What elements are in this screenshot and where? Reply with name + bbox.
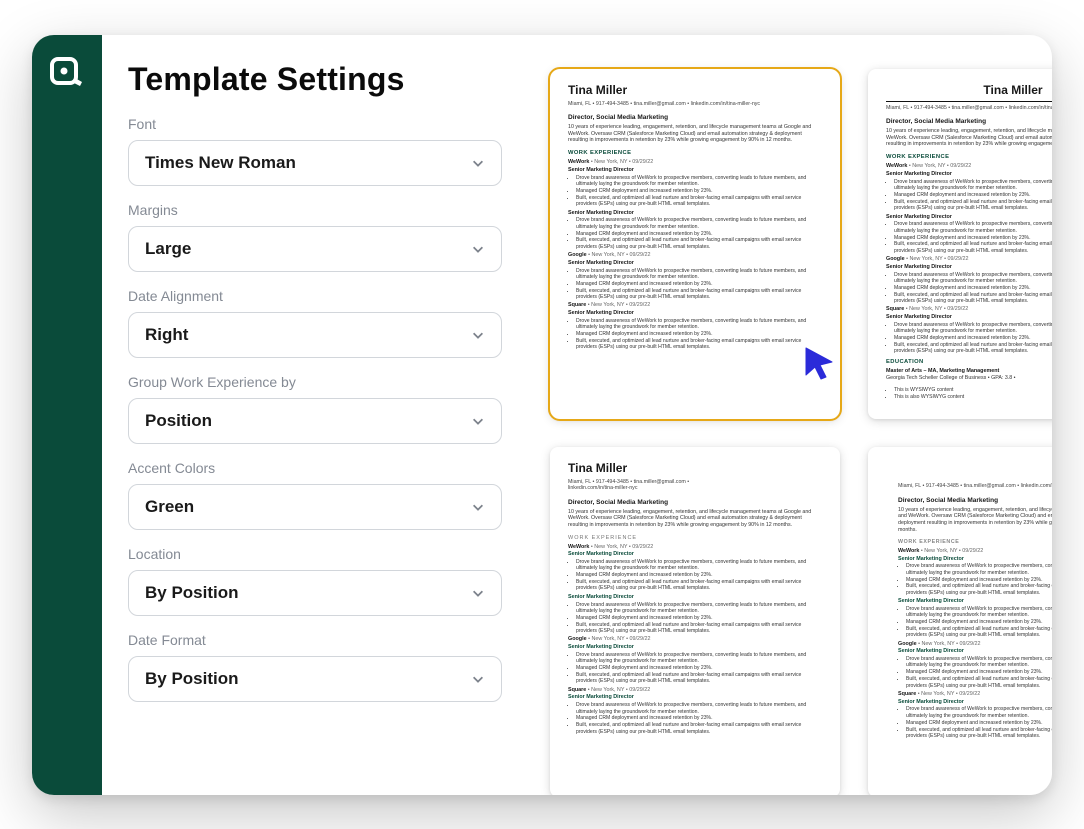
group-by-select[interactable]: Position — [128, 398, 502, 444]
field-margins: Margins Large — [128, 202, 502, 272]
chevron-down-icon — [471, 156, 485, 170]
preview-grid: Tina Miller Miami, FL • 917-494-3485 • t… — [532, 35, 1052, 795]
field-font: Font Times New Roman — [128, 116, 502, 186]
select-value: By Position — [145, 669, 239, 689]
field-location: Location By Position — [128, 546, 502, 616]
location-select[interactable]: By Position — [128, 570, 502, 616]
date-alignment-select[interactable]: Right — [128, 312, 502, 358]
field-label: Date Format — [128, 632, 502, 648]
template-preview-2[interactable]: Tina Miller Miami, FL • 917-494-3485 • t… — [868, 69, 1052, 419]
chevron-down-icon — [471, 242, 485, 256]
chevron-down-icon — [471, 414, 485, 428]
field-date-alignment: Date Alignment Right — [128, 288, 502, 358]
margins-select[interactable]: Large — [128, 226, 502, 272]
field-date-format: Date Format By Position — [128, 632, 502, 702]
field-label: Location — [128, 546, 502, 562]
template-preview-4[interactable]: Tina Miller Miami, FL • 917-494-3485 • t… — [868, 447, 1052, 795]
field-accent: Accent Colors Green — [128, 460, 502, 530]
select-value: By Position — [145, 583, 239, 603]
field-label: Font — [128, 116, 502, 132]
chevron-down-icon — [471, 328, 485, 342]
page-title: Template Settings — [128, 61, 502, 98]
select-value: Position — [145, 411, 212, 431]
date-format-select[interactable]: By Position — [128, 656, 502, 702]
field-label: Group Work Experience by — [128, 374, 502, 390]
field-group-by: Group Work Experience by Position — [128, 374, 502, 444]
accent-select[interactable]: Green — [128, 484, 502, 530]
template-preview-1[interactable]: Tina Miller Miami, FL • 917-494-3485 • t… — [550, 69, 840, 419]
chevron-down-icon — [471, 500, 485, 514]
select-value: Large — [145, 239, 191, 259]
app-card: Template Settings Font Times New Roman M… — [32, 35, 1052, 795]
chevron-down-icon — [471, 586, 485, 600]
app-logo-icon — [47, 53, 87, 93]
select-value: Times New Roman — [145, 153, 296, 173]
sidebar — [32, 35, 102, 795]
font-select[interactable]: Times New Roman — [128, 140, 502, 186]
settings-panel: Template Settings Font Times New Roman M… — [102, 35, 532, 795]
select-value: Right — [145, 325, 188, 345]
field-label: Date Alignment — [128, 288, 502, 304]
select-value: Green — [145, 497, 194, 517]
field-label: Margins — [128, 202, 502, 218]
chevron-down-icon — [471, 672, 485, 686]
field-label: Accent Colors — [128, 460, 502, 476]
template-preview-3[interactable]: Tina Miller Miami, FL • 917-494-3485 • t… — [550, 447, 840, 795]
